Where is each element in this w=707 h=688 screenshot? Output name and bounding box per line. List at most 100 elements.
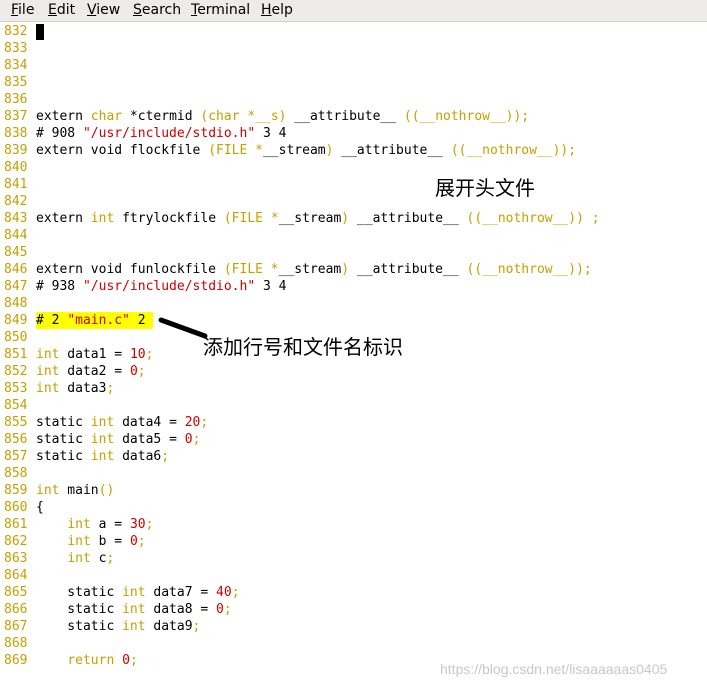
line-number: 844 xyxy=(4,228,28,243)
code-token: 40 xyxy=(216,585,232,600)
code-token: int xyxy=(90,211,115,226)
line-number: 857 xyxy=(4,449,28,464)
code-text: { xyxy=(36,499,44,516)
code-token: 3 4 xyxy=(255,279,287,294)
menu-view-label: iew xyxy=(96,2,121,18)
code-line: 843 extern int ftrylockfile (FILE *__stre… xyxy=(0,210,707,227)
code-line: 860 { xyxy=(0,499,707,516)
code-line: 847 # 938 "/usr/include/stdio.h" 3 4 xyxy=(0,278,707,295)
line-number: 836 xyxy=(4,92,28,107)
code-token: ; xyxy=(145,347,154,362)
code-token: 3 4 xyxy=(255,126,287,141)
code-line: 859 int main() xyxy=(0,482,707,499)
menu-view[interactable]: View xyxy=(87,2,120,19)
line-number: 839 xyxy=(4,143,28,158)
code-text: int data1 = 10; xyxy=(36,346,153,363)
menu-search-mnemonic: S xyxy=(133,2,142,18)
annotation-add-marker: 添加行号和文件名标识 xyxy=(203,335,403,359)
code-text: extern char *ctermid (char *__s) __attri… xyxy=(36,108,529,125)
code-token: ; xyxy=(223,602,232,617)
menu-help-mnemonic: H xyxy=(261,2,272,18)
line-number: 864 xyxy=(4,568,28,583)
code-token: ; xyxy=(192,432,201,447)
code-token: static xyxy=(36,585,123,600)
code-token: static xyxy=(36,415,91,430)
line-number: 846 xyxy=(4,262,28,277)
line-number: 833 xyxy=(4,41,28,56)
line-number: 867 xyxy=(4,619,28,634)
code-line: 839 extern void flockfile (FILE *__stream… xyxy=(0,142,707,159)
menu-edit[interactable]: Edit xyxy=(48,2,75,19)
code-token: c xyxy=(90,551,107,566)
code-token: ; xyxy=(129,653,138,668)
code-token: __attribute__ xyxy=(349,262,467,277)
code-line: 841 xyxy=(0,176,707,193)
code-token: extern xyxy=(36,109,91,124)
menu-file-label: ile xyxy=(18,2,35,18)
code-token: ) xyxy=(341,211,350,226)
code-token: int xyxy=(67,534,91,549)
code-token: int xyxy=(90,432,115,447)
code-token: int xyxy=(122,619,146,634)
code-token: main xyxy=(59,483,99,498)
menu-help[interactable]: Help xyxy=(261,2,293,19)
code-line: 844 xyxy=(0,227,707,244)
code-token: extern xyxy=(36,211,91,226)
code-token: 10 xyxy=(129,347,146,362)
code-text: extern int ftrylockfile (FILE *__stream)… xyxy=(36,210,600,227)
code-text: static int data6; xyxy=(36,448,169,465)
code-text: extern void flockfile (FILE *__stream) _… xyxy=(36,142,576,159)
code-token: ; xyxy=(200,415,209,430)
code-token: data2 = xyxy=(59,364,130,379)
line-number: 860 xyxy=(4,500,28,515)
code-token: ; xyxy=(145,517,154,532)
code-token: 0 xyxy=(129,534,138,549)
code-token: ((__nothrow__)); xyxy=(403,109,530,124)
menu-terminal[interactable]: Terminal xyxy=(191,2,250,19)
code-token: int xyxy=(36,364,60,379)
code-token: # 2 xyxy=(36,313,68,328)
code-token: 0 xyxy=(184,432,193,447)
code-token: extern void funlockfile xyxy=(36,262,224,277)
code-token: 0 xyxy=(216,602,224,617)
code-line: 863 int c; xyxy=(0,550,707,567)
code-line: 868 xyxy=(0,635,707,652)
menu-terminal-label: erminal xyxy=(197,2,251,18)
line-number: 866 xyxy=(4,602,28,617)
line-number: 859 xyxy=(4,483,28,498)
code-line: 864 xyxy=(0,567,707,584)
menu-view-mnemonic: V xyxy=(87,2,97,18)
code-token: return xyxy=(67,653,115,668)
menu-file[interactable]: File xyxy=(11,2,34,19)
code-token: int xyxy=(90,449,115,464)
code-line: 836 xyxy=(0,91,707,108)
line-number: 847 xyxy=(4,279,28,294)
menu-search[interactable]: Search xyxy=(133,2,181,19)
line-number: 838 xyxy=(4,126,28,141)
code-line: 835 xyxy=(0,74,707,91)
code-token: int xyxy=(36,381,60,396)
menu-search-label: earch xyxy=(141,2,182,18)
code-token: b = xyxy=(90,534,130,549)
code-token: __stream xyxy=(278,262,342,277)
code-token: (FILE * xyxy=(223,262,279,277)
code-token: data1 = xyxy=(59,347,130,362)
line-number: 851 xyxy=(4,347,28,362)
code-text: static int data5 = 0; xyxy=(36,431,200,448)
line-number: 835 xyxy=(4,75,28,90)
code-token: ; xyxy=(106,381,115,396)
code-token: data6 xyxy=(114,449,162,464)
menu-bar: File Edit View Search Terminal Help xyxy=(0,0,707,22)
code-line: 858 xyxy=(0,465,707,482)
menu-edit-label: dit xyxy=(56,2,76,18)
code-text: extern void funlockfile (FILE *__stream)… xyxy=(36,261,592,278)
code-token: ((__nothrow__)) ; xyxy=(466,211,600,226)
line-number: 840 xyxy=(4,160,28,175)
code-token: (char *__s) xyxy=(200,109,287,124)
code-line: 846 extern void funlockfile (FILE *__stre… xyxy=(0,261,707,278)
code-token: "/usr/include/stdio.h" xyxy=(82,126,256,141)
line-number: 849 xyxy=(4,313,28,328)
code-token: # 908 xyxy=(36,126,83,141)
